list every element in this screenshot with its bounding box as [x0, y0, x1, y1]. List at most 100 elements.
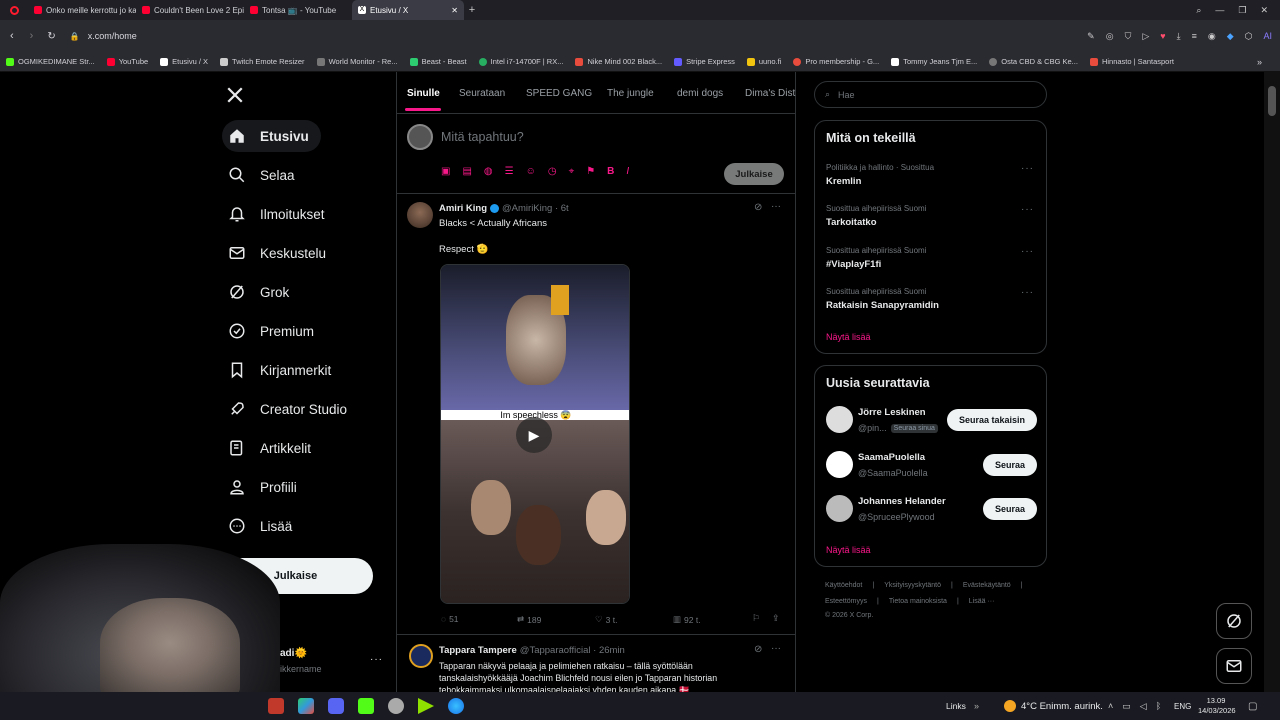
bookmark[interactable]: Osta CBD & CBG Ke... — [983, 57, 1084, 66]
avatar[interactable] — [407, 124, 433, 150]
browser-tab[interactable]: Tontsa 📺 - YouTube — [244, 0, 352, 20]
bookmark[interactable]: Beast - Beast — [404, 57, 473, 66]
grok-float-button[interactable] — [1216, 603, 1252, 639]
bookmark[interactable]: Etusivu / X — [154, 57, 214, 66]
edge-icon[interactable] — [448, 698, 464, 714]
nav-home[interactable]: Etusivu — [222, 120, 321, 152]
discord-icon[interactable] — [328, 698, 344, 714]
trend-item[interactable]: Suosittua aihepiirissä Suomi #ViaplayF1fi — [826, 246, 927, 270]
speaker-icon[interactable]: ◁ — [1140, 701, 1147, 712]
footer-link[interactable]: Tietoa mainoksista — [889, 598, 947, 605]
chevron-icon[interactable]: » — [974, 701, 979, 711]
nav-creator-studio[interactable]: Creator Studio — [222, 393, 359, 425]
trend-more-icon[interactable]: ··· — [1021, 287, 1034, 298]
bookmark[interactable]: Twitch Emote Resizer — [214, 57, 311, 66]
footer-link[interactable]: Käyttöehdot — [825, 582, 862, 589]
reply-button[interactable]: ◌ 51 — [441, 614, 459, 624]
nav-more[interactable]: Lisää — [222, 510, 304, 542]
post-video[interactable]: Im speechless 😨 ▶ — [440, 264, 630, 604]
footer-link[interactable]: Esteettömyys — [825, 598, 867, 605]
trend-more-icon[interactable]: ··· — [1021, 163, 1034, 174]
post-more-icon[interactable]: ··· — [771, 201, 781, 212]
bookmark[interactable]: Pro membership - G... — [787, 57, 885, 66]
scrollbar[interactable] — [1264, 72, 1280, 692]
account-menu-icon[interactable]: ··· — [370, 654, 383, 665]
show-more-link[interactable]: Näytä lisää — [826, 545, 871, 555]
post-more-icon[interactable]: ··· — [771, 643, 781, 654]
tray-chevron-icon[interactable]: ˄ — [1108, 701, 1113, 712]
tab-list[interactable]: The jungle — [607, 88, 654, 99]
tab-list[interactable]: SPEED GANG — [526, 88, 592, 99]
messages-float-button[interactable] — [1216, 648, 1252, 684]
italic-icon[interactable]: I — [626, 166, 629, 177]
clock[interactable]: 13.09 14/03/2026 — [1198, 696, 1236, 716]
follow-back-button[interactable]: Seuraa takaisin — [947, 409, 1037, 431]
tab-following[interactable]: Seurataan — [459, 88, 505, 99]
camera-icon[interactable]: ◎ — [1106, 31, 1114, 42]
new-tab-button[interactable]: + — [464, 4, 480, 16]
maximize-icon[interactable]: ❐ — [1238, 5, 1246, 16]
flag-icon[interactable]: ⚑ — [586, 166, 595, 177]
x-logo-icon[interactable] — [226, 86, 246, 106]
weather-widget[interactable]: 4°C Enimm. aurink. — [1004, 700, 1103, 712]
avatar[interactable] — [407, 202, 433, 228]
close-tab-icon[interactable]: ✕ — [451, 6, 458, 15]
avatar[interactable] — [826, 451, 853, 478]
post-handle[interactable]: @AmiriKing · 6t — [502, 203, 569, 214]
shield-icon[interactable]: ⛉ — [1125, 31, 1132, 42]
compose-input[interactable]: Mitä tapahtuu? — [441, 130, 524, 144]
trend-more-icon[interactable]: ··· — [1021, 204, 1034, 215]
links-toolbar[interactable]: Links — [946, 701, 966, 711]
follow-button[interactable]: Seuraa — [983, 454, 1037, 476]
play-icon[interactable]: ▷ — [1142, 31, 1149, 42]
heart-icon[interactable]: ♥ — [1160, 31, 1165, 42]
profile-icon[interactable]: ◉ — [1208, 31, 1216, 42]
footer-link[interactable]: Evästekäytäntö — [963, 582, 1011, 589]
search-tabs-icon[interactable]: ⌕ — [1196, 5, 1201, 16]
follow-name[interactable]: SaamaPuolella — [858, 452, 925, 463]
search-input[interactable]: Hae — [838, 90, 855, 100]
url-field[interactable]: x.com/home — [88, 31, 137, 41]
bookmark[interactable]: Hinnasto | Santasport — [1084, 57, 1180, 66]
notifications-icon[interactable]: ▢ — [1248, 701, 1257, 712]
browser-tab[interactable]: Onko meille kerrottu jo ka — [28, 0, 136, 20]
bookmark[interactable]: Tommy Jeans Tjm E... — [885, 57, 983, 66]
edit-icon[interactable]: ✎ — [1087, 31, 1095, 42]
cube-icon[interactable]: ⬡ — [1245, 31, 1253, 42]
nav-explore[interactable]: Selaa — [222, 159, 307, 191]
grok-icon[interactable]: ⊘ — [754, 202, 762, 213]
scroll-thumb[interactable] — [1268, 86, 1276, 116]
bookmark[interactable]: YouTube — [101, 57, 154, 66]
minimize-icon[interactable]: — — [1215, 5, 1224, 16]
opera-icon[interactable] — [0, 0, 28, 20]
app-icon[interactable] — [298, 698, 314, 714]
repost-button[interactable]: ⇄ 189 — [517, 614, 541, 625]
nav-bookmarks[interactable]: Kirjanmerkit — [222, 354, 343, 386]
compose-post-button[interactable]: Julkaise — [724, 163, 784, 185]
forward-icon[interactable]: › — [30, 30, 34, 42]
footer-link[interactable]: Yksityisyyskytäntö — [884, 582, 941, 589]
show-more-link[interactable]: Näytä lisää — [826, 332, 871, 342]
tab-for-you[interactable]: Sinulle — [407, 88, 440, 99]
post-handle[interactable]: @Tapparaofficial · 26min — [520, 645, 625, 656]
trend-item[interactable]: Suosittua aihepiirissä Suomi Tarkoitatko — [826, 204, 927, 228]
avatar[interactable] — [826, 406, 853, 433]
tab-list[interactable]: demi dogs — [677, 88, 723, 99]
trend-more-icon[interactable]: ··· — [1021, 246, 1034, 257]
browser-tab-active[interactable]: X Etusivu / X ✕ — [352, 0, 464, 20]
app-icon[interactable] — [388, 698, 404, 714]
follow-name[interactable]: Jörre Leskinen — [858, 407, 926, 418]
nav-grok[interactable]: Grok — [222, 276, 301, 308]
network-icon[interactable]: ▭ — [1122, 701, 1131, 712]
bookmark[interactable]: Intel i7-14700F | RX... — [473, 57, 570, 66]
footer-link[interactable]: Lisää ··· — [969, 598, 995, 605]
avatar[interactable] — [826, 495, 853, 522]
nav-messages[interactable]: Keskustelu — [222, 237, 338, 269]
aria-ai-icon[interactable]: AI — [1263, 31, 1272, 42]
download-icon[interactable]: ⤓ — [1177, 31, 1181, 42]
bookmark[interactable]: uuno.fi — [741, 57, 788, 66]
like-button[interactable]: ♡ 3 t. — [595, 614, 617, 625]
grok-icon[interactable]: ⊘ — [754, 644, 762, 655]
emoji-icon[interactable]: ☺ — [526, 166, 536, 177]
play-icon[interactable]: ▶ — [516, 417, 552, 453]
